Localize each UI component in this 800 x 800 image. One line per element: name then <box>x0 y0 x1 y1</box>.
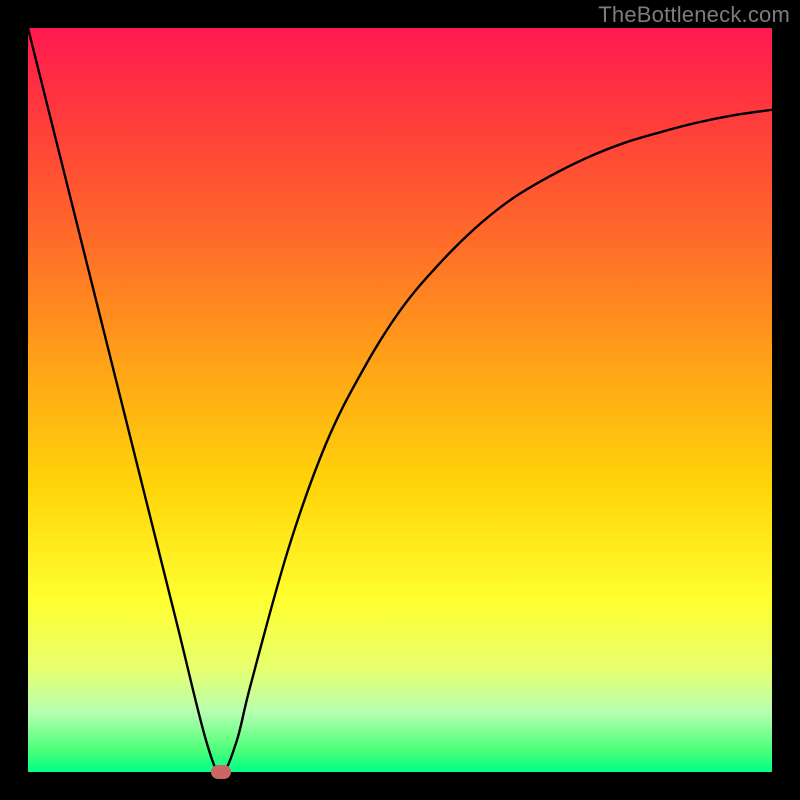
watermark-text: TheBottleneck.com <box>598 2 790 28</box>
optimal-point-marker <box>211 765 231 779</box>
plot-area <box>28 28 772 772</box>
bottleneck-curve <box>28 28 772 772</box>
